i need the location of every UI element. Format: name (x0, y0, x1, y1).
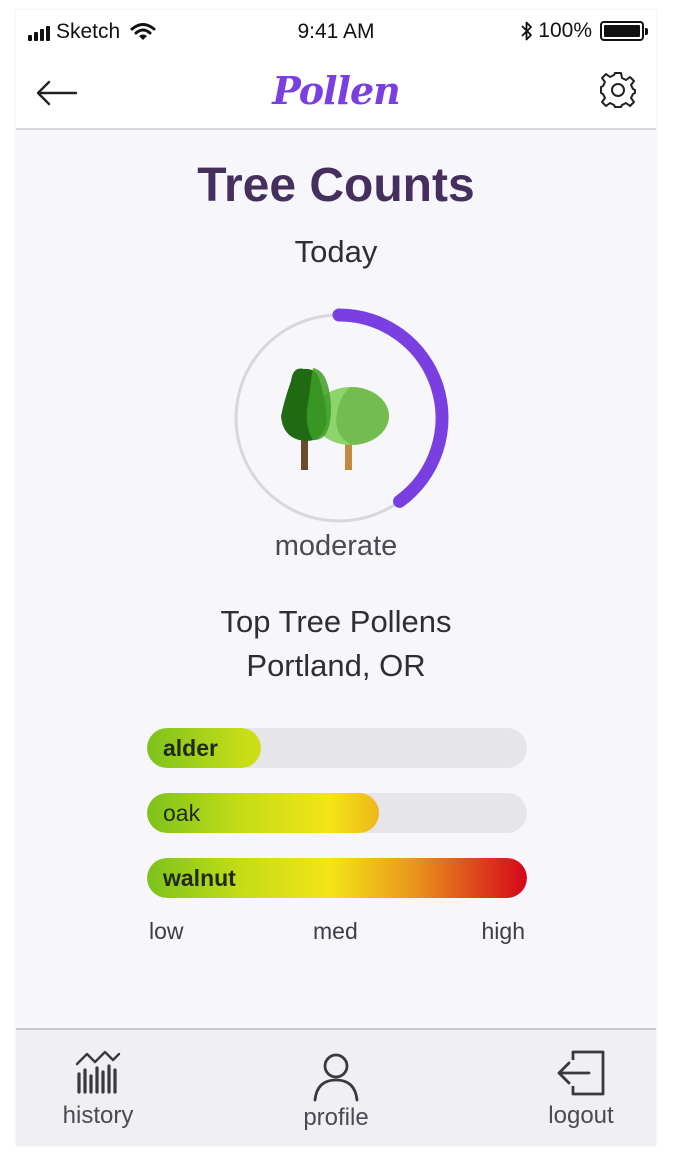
battery-icon (600, 21, 648, 41)
tab-history-label: history (62, 1102, 134, 1129)
scale-low-label: low (149, 918, 184, 944)
nav-bar: Pollen (16, 56, 656, 130)
pollen-bar-alder: alder (147, 728, 527, 768)
gear-icon[interactable] (598, 70, 638, 110)
profile-icon (313, 1053, 359, 1102)
scale-high-label: high (481, 918, 525, 944)
tab-bar: history profile logout (16, 1028, 656, 1146)
logout-icon (557, 1050, 605, 1096)
page-title: Tree Counts (197, 159, 475, 212)
phone-screen: Sketch 9:41 AM 100% Pollen Tree Counts T… (16, 10, 656, 1146)
top-pollens-heading: Top Tree Pollens Portland, OR (16, 600, 656, 688)
status-bar: Sketch 9:41 AM 100% (16, 10, 656, 56)
tab-profile-label: profile (303, 1104, 369, 1131)
history-chart-icon (75, 1050, 121, 1094)
bluetooth-icon (521, 21, 533, 41)
tab-logout[interactable]: logout (501, 1030, 656, 1146)
pollen-level-label: moderate (274, 530, 398, 562)
pollen-name-label: alder (163, 735, 218, 761)
pollen-level-gauge (234, 308, 449, 523)
tab-history[interactable]: history (18, 1030, 178, 1146)
pollen-name-label: walnut (163, 865, 236, 891)
status-right: 100% (520, 19, 648, 43)
scale-med-label: med (313, 918, 358, 944)
trees-icon (281, 368, 389, 470)
tab-profile[interactable]: profile (256, 1030, 416, 1146)
tab-logout-label: logout (548, 1102, 614, 1129)
pollen-name-label: oak (163, 800, 201, 826)
battery-percent: 100% (538, 19, 592, 42)
app-logo: Pollen (272, 68, 401, 113)
page-subtitle: Today (294, 234, 378, 269)
pollen-bar-walnut: walnut (147, 858, 527, 898)
location-label: Portland, OR (246, 648, 426, 683)
top-pollens-title: Top Tree Pollens (220, 604, 452, 639)
pollen-scale: low med high (147, 918, 527, 948)
pollen-bar-oak: oak (147, 793, 527, 833)
